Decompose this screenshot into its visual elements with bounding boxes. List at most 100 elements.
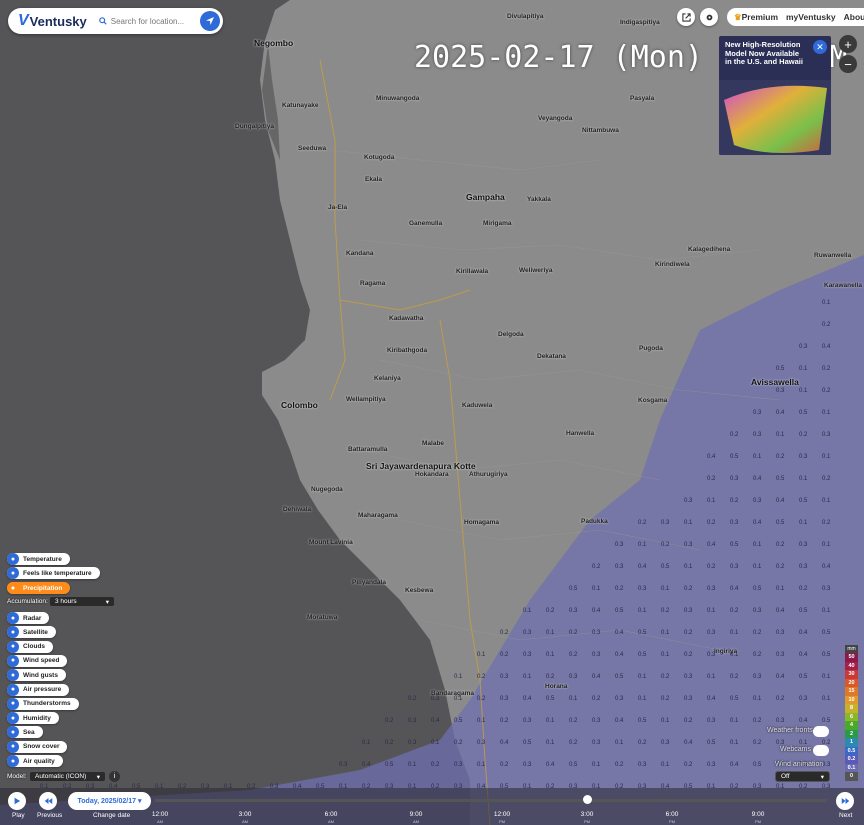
next-button[interactable] bbox=[836, 792, 854, 810]
layer-radar[interactable]: ● Radar bbox=[7, 612, 50, 624]
share-button[interactable] bbox=[677, 8, 695, 26]
layer-satellite[interactable]: ● Satellite bbox=[7, 626, 56, 639]
precip-value-label: 0.1 bbox=[753, 454, 762, 460]
timeline-tick[interactable]: 12:00 PM bbox=[487, 811, 517, 825]
close-icon[interactable]: ✕ bbox=[813, 40, 827, 54]
precip-value-label: 0.1 bbox=[408, 762, 417, 768]
model-select[interactable]: Automatic (ICON) ▾ bbox=[29, 771, 106, 782]
precip-value-label: 0.1 bbox=[638, 674, 647, 680]
precip-value-label: 0.2 bbox=[638, 520, 647, 526]
precip-value-label: 0.3 bbox=[799, 542, 808, 548]
change-date-button[interactable]: Today, 2025/02/17 ▾ bbox=[68, 792, 151, 810]
zoom-out-button[interactable]: − bbox=[839, 55, 857, 73]
ventusky-logo[interactable]: V Ventusky bbox=[18, 12, 87, 30]
layer-humidity[interactable]: ● Humidity bbox=[7, 712, 59, 725]
wind-gust-icon: ● bbox=[7, 669, 19, 682]
wind-animation-select[interactable]: Off ▾ bbox=[775, 771, 830, 782]
info-icon[interactable]: i bbox=[109, 771, 120, 782]
precip-value-label: 0.3 bbox=[799, 454, 808, 460]
layer-label: Precipitation bbox=[23, 584, 63, 592]
precip-value-label: 0.5 bbox=[638, 630, 647, 636]
timeline-handle[interactable] bbox=[583, 795, 592, 804]
promo-banner[interactable]: New High-Resolution Model Now Available … bbox=[719, 36, 831, 155]
premium-link[interactable]: ♛Premium bbox=[734, 12, 778, 23]
precip-value-label: 0.1 bbox=[546, 630, 555, 636]
precip-value-label: 0.5 bbox=[523, 740, 532, 746]
precip-value-label: 0.3 bbox=[753, 432, 762, 438]
precip-value-label: 0.3 bbox=[707, 718, 716, 724]
previous-button[interactable] bbox=[39, 792, 57, 810]
precip-value-label: 0.2 bbox=[684, 762, 693, 768]
precip-value-label: 0.1 bbox=[707, 608, 716, 614]
precip-value-label: 0.1 bbox=[684, 520, 693, 526]
zoom-in-button[interactable]: + bbox=[839, 35, 857, 53]
premium-label: Premium bbox=[741, 11, 778, 22]
precip-value-label: 0.2 bbox=[569, 652, 578, 658]
precip-value-label: 0.5 bbox=[799, 608, 808, 614]
timeline-tick[interactable]: 6:00 PM bbox=[657, 811, 687, 825]
layer-label: Wind speed bbox=[23, 657, 60, 665]
layer-air-quality[interactable]: ● Air quality bbox=[7, 755, 63, 767]
layer-thunderstorms[interactable]: ● Thunderstorms bbox=[7, 697, 79, 710]
timeline-track[interactable] bbox=[155, 799, 827, 802]
precip-value-label: 0.2 bbox=[753, 740, 762, 746]
city-label: Kadawatha bbox=[389, 315, 424, 322]
timeline-tick[interactable]: 9:00 AM bbox=[401, 811, 431, 825]
layer-feels-like-temperature[interactable]: ● Feels like temperature bbox=[7, 567, 100, 579]
layer-clouds[interactable]: ● Clouds bbox=[7, 640, 54, 653]
timeline-tick[interactable]: 9:00 PM bbox=[743, 811, 773, 825]
webcams-label: Webcams bbox=[780, 746, 811, 753]
layer-air-pressure[interactable]: ● Air pressure bbox=[7, 683, 70, 696]
precip-value-label: 0.3 bbox=[753, 410, 762, 416]
play-button[interactable] bbox=[8, 792, 26, 810]
precip-value-label: 0.3 bbox=[638, 762, 647, 768]
about-link[interactable]: About bbox=[844, 12, 864, 22]
locate-me-button[interactable] bbox=[200, 11, 220, 31]
layer-snow-cover[interactable]: ● Snow cover bbox=[7, 740, 68, 753]
precip-value-label: 0.5 bbox=[730, 542, 739, 548]
search-field[interactable]: Search for location... bbox=[98, 17, 184, 26]
precip-value-label: 0.1 bbox=[546, 718, 555, 724]
precip-value-label: 0.2 bbox=[753, 630, 762, 636]
precip-value-label: 0.2 bbox=[753, 718, 762, 724]
precip-value-label: 0.2 bbox=[776, 696, 785, 702]
webcams-toggle[interactable] bbox=[813, 745, 829, 756]
city-label: Colombo bbox=[281, 400, 318, 410]
precip-value-label: 0.3 bbox=[799, 344, 808, 350]
satellite-icon: ● bbox=[7, 626, 19, 639]
precip-value-label: 0.1 bbox=[707, 674, 716, 680]
play-label: Play bbox=[12, 812, 25, 819]
timeline-tick[interactable]: 3:00 AM bbox=[230, 811, 260, 825]
layer-precipitation[interactable]: ● Precipitation bbox=[7, 582, 71, 594]
search-input[interactable]: Search for location... bbox=[111, 17, 184, 26]
city-label: Pasyala bbox=[630, 95, 655, 102]
tick-time: 12:00 bbox=[151, 811, 169, 818]
precip-value-label: 0.1 bbox=[776, 432, 785, 438]
layer-sea[interactable]: ● Sea bbox=[7, 726, 43, 739]
my-ventusky-link[interactable]: myVentusky bbox=[786, 12, 836, 22]
layer-wind-speed[interactable]: ● Wind speed bbox=[7, 654, 68, 667]
accumulation-select[interactable]: 3 hours ▾ bbox=[49, 596, 115, 607]
timeline-tick[interactable]: 12:00 AM bbox=[145, 811, 175, 825]
precip-value-label: 0.1 bbox=[477, 652, 486, 658]
settings-button[interactable] bbox=[700, 8, 718, 26]
precip-value-label: 0.1 bbox=[546, 652, 555, 658]
precip-value-label: 0.3 bbox=[500, 674, 509, 680]
timeline-tick[interactable]: 3:00 PM bbox=[572, 811, 602, 825]
tick-ampm: AM bbox=[413, 819, 419, 824]
precip-value-label: 0.1 bbox=[822, 454, 831, 460]
precip-value-label: 0.4 bbox=[500, 740, 509, 746]
timeline-tick[interactable]: 6:00 AM bbox=[316, 811, 346, 825]
layer-wind-gusts[interactable]: ● Wind gusts bbox=[7, 669, 66, 682]
precip-value-label: 0.3 bbox=[730, 564, 739, 570]
city-label: Battaramulla bbox=[348, 446, 388, 453]
weather-fronts-toggle[interactable] bbox=[813, 726, 829, 737]
layer-label: Thunderstorms bbox=[23, 700, 71, 708]
fast-forward-icon bbox=[841, 798, 849, 804]
precip-value-label: 0.4 bbox=[799, 718, 808, 724]
precip-value-label: 0.1 bbox=[661, 762, 670, 768]
lightning-icon: ● bbox=[7, 697, 19, 710]
city-label: Gampaha bbox=[466, 192, 505, 202]
precip-value-label: 0.4 bbox=[615, 630, 624, 636]
layer-temperature[interactable]: ● Temperature bbox=[7, 553, 70, 565]
